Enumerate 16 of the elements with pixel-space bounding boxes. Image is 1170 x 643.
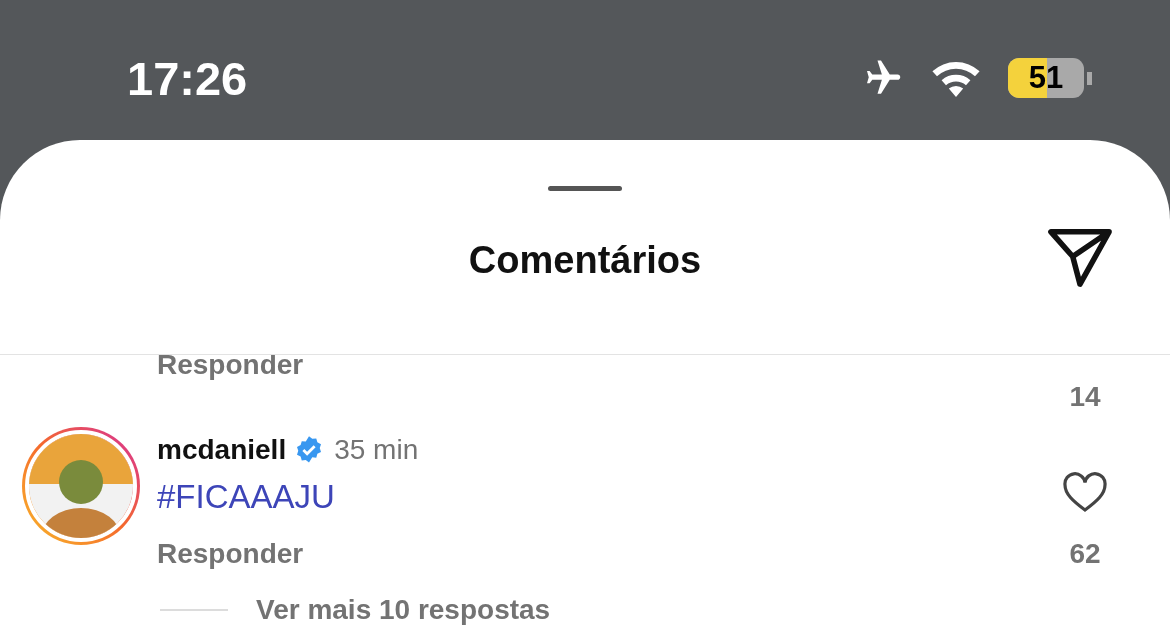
comment-text: #FICAAAJU	[157, 478, 335, 516]
heart-icon[interactable]	[1060, 469, 1110, 513]
view-replies-link[interactable]: Ver mais 10 respostas	[256, 594, 551, 626]
like-count: 14	[1069, 381, 1101, 413]
battery-percentage: 51	[1028, 60, 1064, 96]
comment-time: 35 min	[334, 434, 419, 466]
reply-link[interactable]: Responder	[157, 538, 304, 570]
avatar[interactable]	[25, 430, 137, 542]
like-count: 62	[1069, 538, 1101, 570]
username[interactable]: mcdaniell	[157, 434, 287, 466]
sheet-title: Comentários	[468, 239, 702, 282]
reply-link[interactable]: Responder	[157, 349, 304, 381]
clock-time: 17:26	[127, 50, 249, 106]
send-icon[interactable]	[1045, 226, 1115, 290]
wifi-icon	[930, 59, 982, 97]
drag-handle[interactable]	[548, 186, 622, 191]
